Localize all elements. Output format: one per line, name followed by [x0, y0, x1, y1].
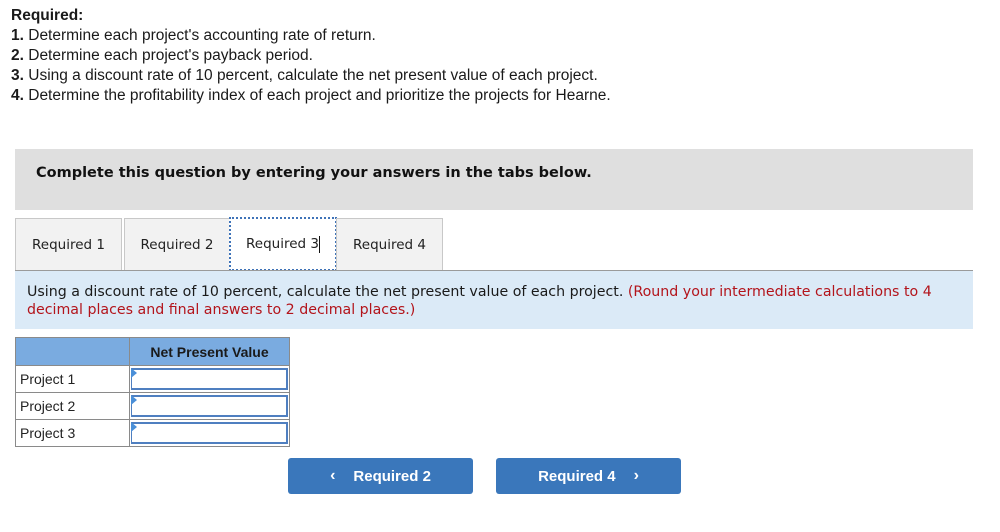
instruction-text: Using a discount rate of 10 percent, cal… — [27, 284, 624, 300]
requirement-item: 3. Using a discount rate of 10 percent, … — [11, 66, 611, 86]
requirement-number: 2. — [11, 47, 24, 64]
next-button-label: Required 4 — [538, 467, 616, 485]
requirement-item: 4. Determine the profitability index of … — [11, 86, 611, 106]
table-row: Project 1 — [15, 365, 290, 393]
tab-label: Required 1 — [32, 236, 105, 253]
requirement-number: 3. — [11, 67, 24, 84]
npv-input-project-1[interactable] — [131, 368, 288, 390]
row-label: Project 1 — [15, 365, 130, 393]
input-flag-icon — [131, 368, 137, 378]
header-blank — [15, 337, 130, 366]
npv-input-project-2[interactable] — [131, 395, 288, 417]
input-flag-icon — [131, 422, 137, 432]
tab-required-4[interactable]: Required 4 — [336, 218, 443, 270]
prev-required-button[interactable]: ‹ Required 2 — [288, 458, 473, 494]
prev-button-label: Required 2 — [353, 467, 431, 485]
requirements-title: Required: — [11, 7, 84, 24]
chevron-right-icon: › — [633, 467, 639, 484]
tab-required-3[interactable]: Required 3 — [229, 217, 337, 271]
table-header-row: Net Present Value — [15, 337, 290, 366]
requirement-number: 1. — [11, 27, 24, 44]
row-label: Project 2 — [15, 392, 130, 420]
instructions-banner: Complete this question by entering your … — [15, 149, 973, 210]
question-instruction: Using a discount rate of 10 percent, cal… — [15, 271, 973, 329]
table-row: Project 2 — [15, 392, 290, 420]
requirement-item: 2. Determine each project's payback peri… — [11, 46, 611, 66]
requirements-list: Required: 1. Determine each project's ac… — [11, 6, 611, 106]
tab-label: Required 3 — [246, 236, 319, 252]
tab-label: Required 2 — [140, 236, 214, 253]
banner-text: Complete this question by entering your … — [36, 165, 592, 181]
tab-required-1[interactable]: Required 1 — [15, 218, 122, 270]
tab-label: Required 4 — [353, 236, 426, 253]
requirement-text: Using a discount rate of 10 percent, cal… — [23, 67, 598, 84]
npv-input-project-3[interactable] — [131, 422, 288, 444]
chevron-left-icon: ‹ — [330, 467, 336, 484]
requirement-text: Determine each project's payback period. — [23, 47, 313, 64]
npv-table: Net Present Value Project 1 Project 2 Pr… — [15, 337, 290, 447]
header-net-present-value: Net Present Value — [129, 337, 290, 366]
table-row: Project 3 — [15, 419, 290, 447]
requirement-number: 4. — [11, 87, 24, 104]
next-required-button[interactable]: Required 4 › — [496, 458, 681, 494]
requirement-text: Determine each project's accounting rate… — [23, 27, 376, 44]
text-cursor — [318, 235, 320, 253]
requirement-text: Determine the profitability index of eac… — [23, 87, 611, 104]
tab-required-2[interactable]: Required 2 — [124, 218, 230, 270]
row-label: Project 3 — [15, 419, 130, 447]
requirement-item: 1. Determine each project's accounting r… — [11, 26, 611, 46]
input-flag-icon — [131, 395, 137, 405]
